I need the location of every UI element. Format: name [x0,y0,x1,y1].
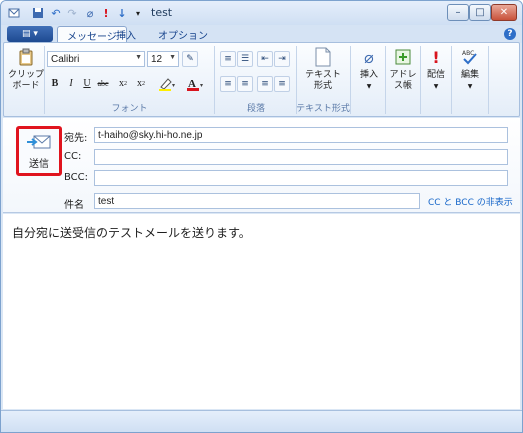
font-family-value: Calibri [51,53,80,65]
to-value: t-haiho@sky.hi-ho.ne.jp [98,129,203,141]
svg-text:▾: ▾ [172,83,175,89]
message-body[interactable]: 自分宛に送受信のテストメールを送ります。 [3,214,520,409]
tab-options[interactable]: オプション [149,26,217,43]
separator [420,46,421,114]
clipboard-button[interactable]: クリップ ボード [8,46,45,92]
insert-button[interactable]: ⌀ 挿入 ▼ [355,46,383,92]
align-center-icon[interactable]: ≡ [237,76,253,92]
address-book-label: アドレ ス帳 [389,70,417,91]
format-painter-icon[interactable]: ✎ [182,51,198,67]
subject-field[interactable]: test [94,193,420,209]
minimize-button[interactable]: – [447,4,469,21]
edit-label: 編集 [460,70,479,80]
insert-label: 挿入 [359,70,378,80]
redo-icon[interactable]: ↷ [65,6,79,20]
text-format-group-label: テキスト形式 [296,104,350,114]
title-bar: ↶ ↷ ⌀ ! ↓ ▾ test – □ ✕ [1,1,522,25]
chevron-down-icon: ▼ [433,83,439,90]
separator [385,46,386,114]
to-label: 宛先: [64,133,88,144]
app-menu-icon: ▤ ▾ [22,29,38,39]
cc-label: CC: [64,151,82,162]
send-icon [27,135,51,148]
spellcheck-icon: ABC [460,46,480,68]
help-icon[interactable]: ? [504,28,516,40]
send-label: 送信 [29,158,49,170]
ribbon-tab-row: ▤ ▾ メッセージ 挿入 オプション ? [1,25,522,43]
subject-value: test [98,195,115,207]
svg-text:ABC: ABC [462,50,474,57]
italic-button[interactable]: I [64,76,78,91]
priority-high-icon[interactable]: ! [99,6,113,20]
chevron-down-icon: ▼ [135,54,142,61]
bcc-field[interactable] [94,170,508,186]
superscript-button[interactable]: x2 [134,76,148,91]
attach-icon[interactable]: ⌀ [83,6,97,20]
font-color-icon[interactable]: A ▾ [184,76,206,91]
clipboard-label: クリップ ボード [8,70,45,91]
justify-icon[interactable]: ≡ [274,76,290,92]
paragraph-group-label: 段落 [246,104,265,114]
message-body-text: 自分宛に送受信のテストメールを送ります。 [12,226,251,240]
bold-button[interactable]: B [48,76,62,91]
priority-high-icon: ! [432,47,440,67]
undo-icon[interactable]: ↶ [49,6,63,20]
bullet-list-icon[interactable]: ☰ [237,51,253,67]
font-size-value: 12 [151,53,163,65]
text-format-label: テキスト 形式 [305,70,341,91]
save-icon[interactable] [31,6,45,20]
address-book-icon [393,46,413,68]
bcc-label: BCC: [64,172,89,183]
decrease-indent-icon[interactable]: ⇤ [257,51,273,67]
text-format-button[interactable]: テキスト 形式 [303,46,343,92]
cc-field[interactable] [94,149,508,165]
chevron-down-icon: ▼ [467,83,473,90]
font-size-select[interactable]: 12 ▼ [147,51,179,67]
document-icon [313,46,333,68]
app-menu-button[interactable]: ▤ ▾ [7,26,53,42]
align-left-icon[interactable]: ≡ [220,76,236,92]
qat-customize-icon[interactable]: ▾ [131,6,145,20]
separator [451,46,452,114]
paperclip-icon: ⌀ [364,47,374,67]
separator [44,46,45,114]
app-icon [7,6,21,20]
subscript-button[interactable]: x2 [116,76,130,91]
font-group-label: フォント [111,104,148,114]
edit-button[interactable]: ABC 編集 ▼ [456,46,484,92]
status-bar [1,410,522,432]
ribbon: クリップ ボード Calibri ▼ 12 ▼ ✎ B I U abc x2 x… [3,42,520,117]
highlight-icon[interactable]: ▾ [156,76,178,91]
hide-cc-bcc-link[interactable]: CC と BCC の非表示 [428,195,513,208]
subject-label: 件名 [64,200,84,211]
align-right-icon[interactable]: ≡ [257,76,273,92]
window-title: test [151,6,173,19]
priority-label: 配信 [426,70,445,80]
separator [214,46,215,114]
font-family-select[interactable]: Calibri ▼ [47,51,145,67]
increase-indent-icon[interactable]: ⇥ [274,51,290,67]
send-button[interactable]: 送信 [16,126,62,176]
close-button[interactable]: ✕ [491,4,517,21]
chevron-down-icon: ▼ [169,54,176,61]
tab-insert[interactable]: 挿入 [107,26,145,43]
address-book-button[interactable]: アドレ ス帳 [388,46,418,92]
separator [488,46,489,114]
to-field[interactable]: t-haiho@sky.hi-ho.ne.jp [94,127,508,143]
priority-low-icon[interactable]: ↓ [115,6,129,20]
underline-button[interactable]: U [80,76,94,91]
clipboard-icon [16,46,36,68]
strikethrough-button[interactable]: abc [96,76,110,91]
numbered-list-icon[interactable]: ≡ [220,51,236,67]
svg-text:▾: ▾ [200,83,203,89]
chevron-down-icon: ▼ [366,83,372,90]
message-header: 送信 宛先: t-haiho@sky.hi-ho.ne.jp CC: BCC: … [3,118,520,213]
mail-compose-window: ↶ ↷ ⌀ ! ↓ ▾ test – □ ✕ ▤ ▾ メッセージ 挿入 オプショ… [0,0,523,433]
priority-button[interactable]: ! 配信 ▼ [423,46,449,92]
separator [350,46,351,114]
maximize-button[interactable]: □ [469,4,491,21]
